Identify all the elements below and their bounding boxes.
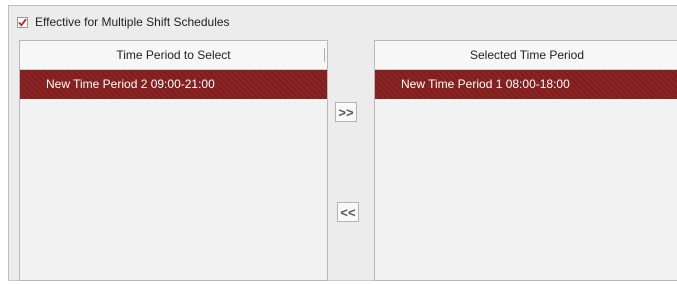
available-period-row[interactable]: New Time Period 2 09:00-21:00 [20,70,327,99]
multiple-shift-checkbox[interactable] [17,16,28,28]
available-periods-panel: Time Period to Select New Time Period 2 … [19,40,328,281]
shift-schedule-frame: Effective for Multiple Shift Schedules T… [8,5,677,281]
multiple-shift-option[interactable]: Effective for Multiple Shift Schedules [17,14,230,30]
selected-periods-header: Selected Time Period [375,41,677,70]
remove-period-button[interactable]: << [337,202,359,222]
add-period-button[interactable]: >> [335,102,357,122]
selected-period-row[interactable]: New Time Period 1 08:00-18:00 [375,70,677,99]
checkmark-icon [18,18,27,27]
available-periods-header: Time Period to Select [20,41,327,70]
selected-periods-panel: Selected Time Period New Time Period 1 0… [374,40,677,281]
available-periods-title: Time Period to Select [116,48,231,62]
selected-periods-title: Selected Time Period [469,48,585,62]
multiple-shift-label: Effective for Multiple Shift Schedules [35,15,230,29]
column-resize-handle[interactable] [324,48,325,62]
